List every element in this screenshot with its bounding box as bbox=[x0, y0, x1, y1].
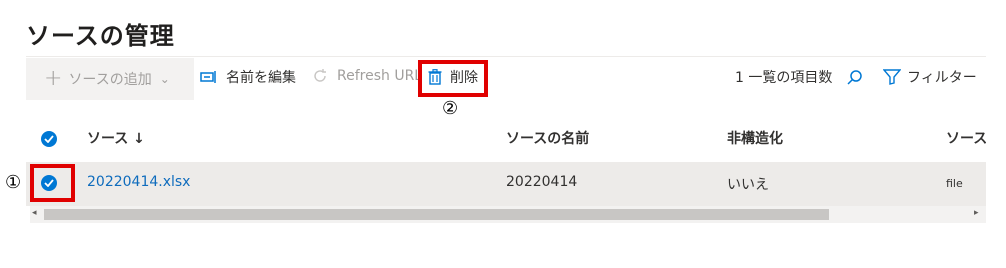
column-header-unstructured[interactable]: 非構造化 bbox=[727, 128, 783, 148]
column-header-source[interactable]: ソース ↓ bbox=[87, 128, 145, 148]
unstructured-cell: いいえ bbox=[727, 177, 769, 193]
header-divider bbox=[26, 56, 986, 57]
checkmark-icon bbox=[44, 135, 54, 143]
annotation-marker-1: ① bbox=[5, 172, 22, 193]
delete-highlight-box bbox=[418, 60, 488, 97]
scrollbar-thumb[interactable] bbox=[44, 209, 829, 220]
filter-button[interactable]: フィルター bbox=[883, 67, 977, 87]
refresh-icon bbox=[314, 69, 326, 82]
chevron-down-icon: ⌄ bbox=[159, 72, 170, 86]
rename-label: 名前を編集 bbox=[226, 70, 296, 86]
source-file-link[interactable]: 20220414.xlsx bbox=[87, 174, 190, 190]
column-header-source-name[interactable]: ソースの名前 bbox=[506, 128, 589, 148]
items-count-label: 1 一覧の項目数 bbox=[735, 70, 833, 86]
plus-icon: + bbox=[44, 66, 63, 91]
annotation-marker-2: ② bbox=[442, 98, 459, 119]
column-header-type[interactable]: ソース bbox=[946, 128, 986, 148]
page-title: ソースの管理 bbox=[26, 22, 175, 50]
add-source-button[interactable]: + ソースの追加 ⌄ bbox=[26, 58, 194, 100]
source-name-cell: 20220414 bbox=[506, 174, 578, 190]
filter-label: フィルター bbox=[907, 70, 977, 86]
filter-icon bbox=[883, 69, 901, 85]
select-all-checkbox[interactable] bbox=[41, 131, 57, 147]
rename-icon bbox=[200, 71, 216, 83]
search-icon[interactable] bbox=[846, 69, 864, 87]
row-checkbox-highlight-box bbox=[30, 164, 75, 202]
rename-button[interactable]: 名前を編集 bbox=[200, 67, 296, 87]
add-source-label: ソースの追加 bbox=[68, 72, 152, 88]
type-cell: file bbox=[946, 177, 963, 190]
scroll-left-arrow-icon[interactable]: ◂ bbox=[32, 208, 37, 218]
scroll-right-arrow-icon[interactable]: ▸ bbox=[974, 208, 979, 218]
refresh-url-button[interactable]: Refresh URL bbox=[311, 67, 422, 85]
refresh-label: Refresh URL bbox=[337, 68, 423, 84]
